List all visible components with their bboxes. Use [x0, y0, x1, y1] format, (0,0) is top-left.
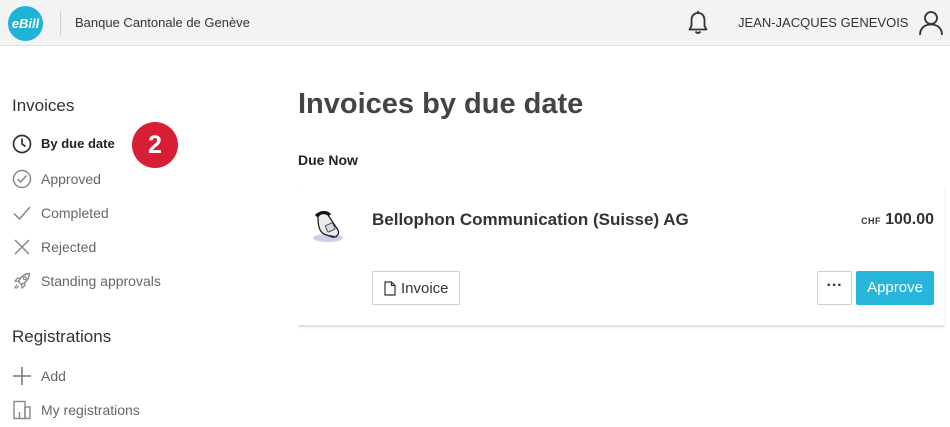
bank-name: Banque Cantonale de Genève	[75, 15, 250, 30]
approved-clock-icon	[12, 169, 32, 189]
sidebar-item-label: Rejected	[41, 239, 97, 255]
rocket-icon	[13, 272, 31, 290]
sidebar-item-rejected[interactable]: Rejected	[12, 235, 252, 259]
sidebar-item-standing-approvals[interactable]: Standing approvals	[12, 269, 252, 293]
clock-icon	[12, 134, 32, 154]
biller-logo-icon	[313, 211, 343, 242]
user-icon[interactable]	[918, 10, 944, 36]
registrations-icon	[13, 400, 31, 420]
top-bar: eBill Banque Cantonale de Genève JEAN-JA…	[0, 0, 950, 46]
bell-icon[interactable]	[687, 10, 709, 36]
plus-icon	[13, 367, 31, 385]
invoices-heading: Invoices	[12, 96, 75, 115]
more-options-button[interactable]: ···	[817, 271, 852, 305]
sidebar-item-add[interactable]: Add	[12, 364, 252, 388]
invoice-button-label: Invoice	[401, 280, 449, 297]
user-name[interactable]: JEAN-JACQUES GENEVOIS	[738, 15, 908, 30]
biller-name: Bellophon Communication (Suisse) AG	[372, 210, 689, 229]
registrations-heading: Registrations	[12, 327, 112, 346]
page-title: Invoices by due date	[298, 88, 584, 120]
sidebar-item-label: By due date	[41, 136, 115, 151]
section-due-now: Due Now	[298, 152, 358, 168]
x-icon	[14, 239, 30, 255]
sidebar-item-approved[interactable]: Approved	[12, 167, 252, 191]
amount-value: 100.00	[885, 211, 934, 228]
document-icon	[384, 281, 396, 296]
sidebar-item-label: Completed	[41, 205, 109, 221]
header-divider	[60, 11, 61, 35]
currency-label: CHF	[861, 216, 882, 226]
approve-button[interactable]: Approve	[856, 271, 934, 305]
invoice-amount: CHF 100.00	[861, 211, 934, 229]
sidebar-item-label: Approved	[41, 171, 101, 187]
sidebar-item-label: Add	[41, 368, 66, 384]
sidebar-item-label: Standing approvals	[41, 273, 161, 289]
ebill-logo[interactable]: eBill	[8, 6, 43, 41]
invoice-card[interactable]: Bellophon Communication (Suisse) AG CHF 1…	[298, 186, 944, 327]
checkmark-icon	[13, 206, 31, 221]
sidebar-item-my-registrations[interactable]: My registrations	[12, 398, 252, 422]
step-badge: 2	[132, 122, 178, 168]
invoice-button[interactable]: Invoice	[372, 271, 460, 305]
sidebar-item-label: My registrations	[41, 402, 140, 418]
sidebar-item-completed[interactable]: Completed	[12, 201, 252, 225]
